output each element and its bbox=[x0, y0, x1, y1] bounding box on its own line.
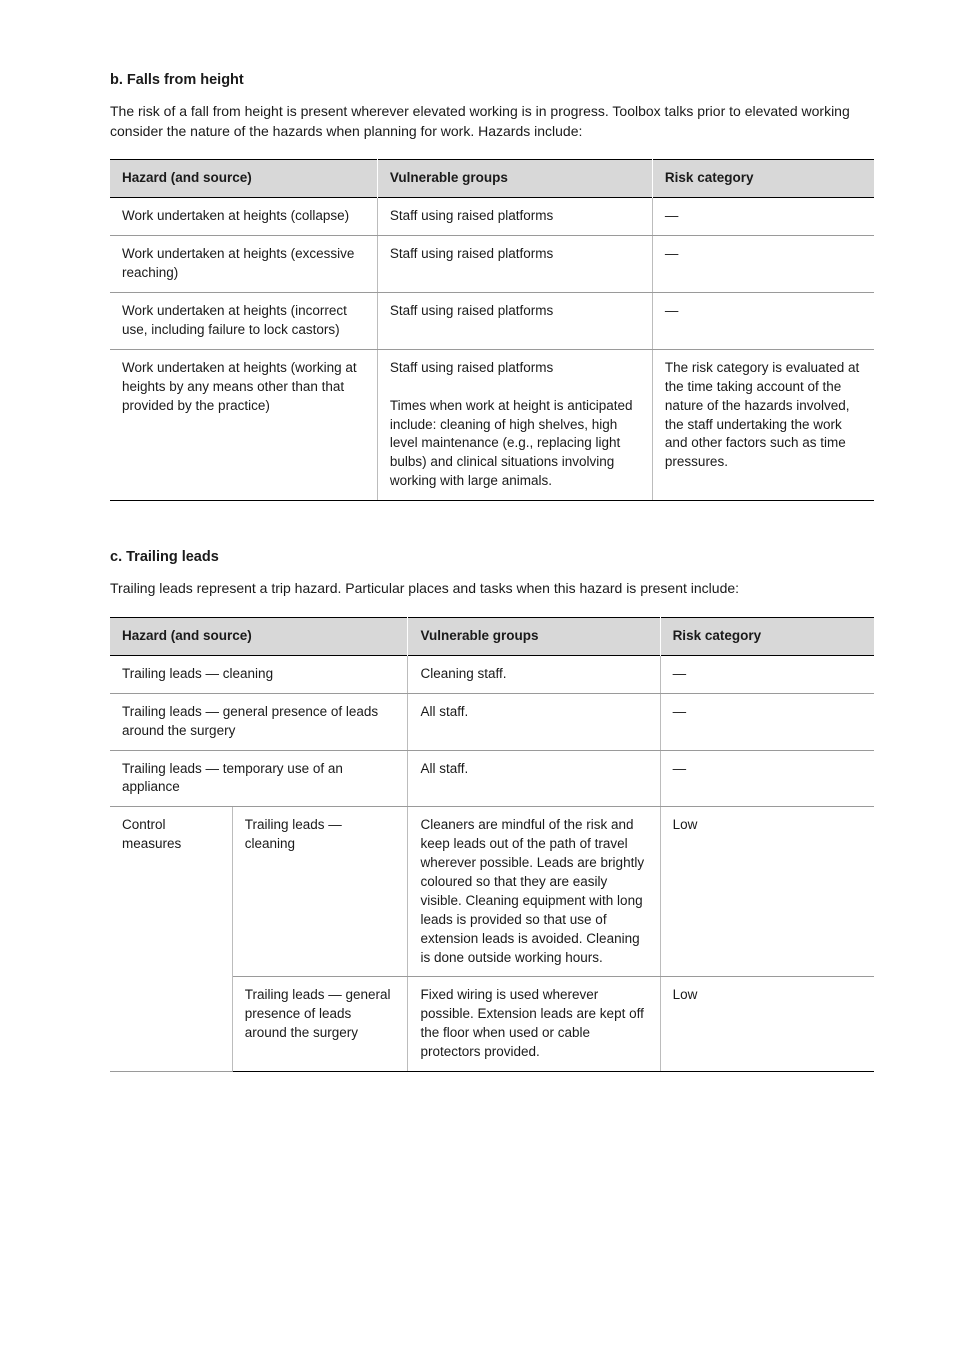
cell: Work undertaken at heights (incorrect us… bbox=[110, 293, 377, 350]
section-b-heading: b. Falls from height bbox=[110, 70, 874, 90]
cell: Work undertaken at heights (excessive re… bbox=[110, 236, 377, 293]
controls-label: Control measures bbox=[110, 807, 232, 1072]
cell: Trailing leads — general presence of lea… bbox=[232, 977, 408, 1072]
cell: Work undertaken at heights (collapse) bbox=[110, 198, 377, 236]
cell: Staff using raised platforms Times when … bbox=[377, 349, 652, 500]
cell: — bbox=[652, 293, 874, 350]
falls-table: Hazard (and source) Vulnerable groups Ri… bbox=[110, 159, 874, 501]
table-row: Trailing leads — cleaning Cleaning staff… bbox=[110, 655, 874, 693]
table-row: Work undertaken at heights (incorrect us… bbox=[110, 293, 874, 350]
cell: Staff using raised platforms bbox=[377, 198, 652, 236]
cell: Low bbox=[660, 807, 874, 977]
table-row: Work undertaken at heights (collapse) St… bbox=[110, 198, 874, 236]
cell: The risk category is evaluated at the ti… bbox=[652, 349, 874, 500]
cell: Trailing leads — temporary use of an app… bbox=[110, 750, 408, 807]
col-risk: Risk category bbox=[660, 617, 874, 655]
cell: — bbox=[660, 655, 874, 693]
heading-text: Falls from height bbox=[127, 72, 244, 88]
cell: Fixed wiring is used wherever possible. … bbox=[408, 977, 660, 1072]
table-row: Control measures Trailing leads — cleani… bbox=[110, 807, 874, 977]
col-groups: Vulnerable groups bbox=[408, 617, 660, 655]
table-row: Work undertaken at heights (working at h… bbox=[110, 349, 874, 500]
leads-table: Hazard (and source) Vulnerable groups Ri… bbox=[110, 617, 874, 1072]
heading-num: b. bbox=[110, 72, 123, 88]
col-groups: Vulnerable groups bbox=[377, 160, 652, 198]
cell: All staff. bbox=[408, 693, 660, 750]
cell: Staff using raised platforms bbox=[377, 236, 652, 293]
cell: All staff. bbox=[408, 750, 660, 807]
table-row: Trailing leads — temporary use of an app… bbox=[110, 750, 874, 807]
page-content: b. Falls from height The risk of a fall … bbox=[0, 0, 954, 1132]
col-hazard: Hazard (and source) bbox=[110, 617, 408, 655]
cell: Trailing leads — cleaning bbox=[232, 807, 408, 977]
cell: Staff using raised platforms bbox=[377, 293, 652, 350]
table-header-row: Hazard (and source) Vulnerable groups Ri… bbox=[110, 617, 874, 655]
cell: — bbox=[652, 198, 874, 236]
table-row: Trailing leads — general presence of lea… bbox=[110, 693, 874, 750]
heading-num: c. bbox=[110, 549, 122, 565]
table-row: Work undertaken at heights (excessive re… bbox=[110, 236, 874, 293]
table-header-row: Hazard (and source) Vulnerable groups Ri… bbox=[110, 160, 874, 198]
cell: Cleaning staff. bbox=[408, 655, 660, 693]
col-hazard: Hazard (and source) bbox=[110, 160, 377, 198]
cell: — bbox=[660, 750, 874, 807]
heading-text: Trailing leads bbox=[126, 549, 219, 565]
cell: Trailing leads — general presence of lea… bbox=[110, 693, 408, 750]
cell: — bbox=[652, 236, 874, 293]
cell: Trailing leads — cleaning bbox=[110, 655, 408, 693]
section-c-heading: c. Trailing leads bbox=[110, 547, 874, 567]
cell: Work undertaken at heights (working at h… bbox=[110, 349, 377, 500]
col-risk: Risk category bbox=[652, 160, 874, 198]
cell: — bbox=[660, 693, 874, 750]
cell: Cleaners are mindful of the risk and kee… bbox=[408, 807, 660, 977]
section-b-body: The risk of a fall from height is presen… bbox=[110, 102, 874, 141]
cell: Low bbox=[660, 977, 874, 1072]
section-c-body: Trailing leads represent a trip hazard. … bbox=[110, 579, 874, 599]
